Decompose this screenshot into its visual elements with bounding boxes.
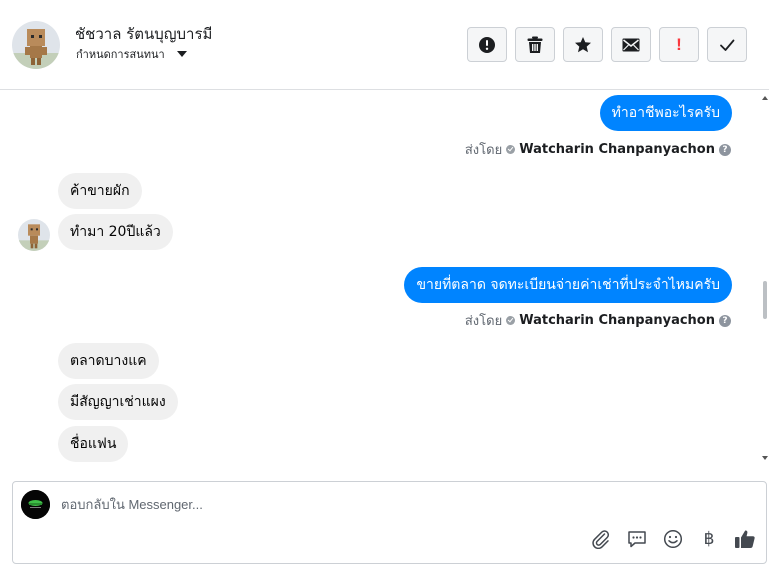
scroll-down-arrow-icon[interactable] (762, 456, 768, 460)
scroll-up-arrow-icon[interactable] (762, 96, 768, 100)
help-icon[interactable]: ? (719, 143, 731, 156)
incoming-message[interactable]: ตลาดบางแค (58, 343, 159, 379)
flag-button[interactable]: ! (659, 27, 699, 62)
conversation-header: ชัชวาล รัตนบุญบารมี กำหนดการสนทนา ! (0, 0, 769, 90)
mark-done-button[interactable] (707, 27, 747, 62)
incoming-message[interactable]: ทำมา 20ปีแล้ว (58, 214, 173, 250)
incoming-message[interactable]: มีสัญญาเช่าแผง (58, 384, 178, 420)
outgoing-message[interactable]: ทำอาชีพอะไรครับ (599, 95, 732, 131)
contact-avatar[interactable] (12, 21, 60, 69)
thread-scrollbar[interactable] (761, 91, 769, 467)
page-avatar (21, 490, 50, 519)
exclamation-mark-icon: ! (676, 34, 682, 54)
mark-unread-button[interactable] (611, 27, 651, 62)
sent-by-info: ส่งโดย Watcharin Chanpanyachon ? (465, 310, 731, 331)
sender-name[interactable]: Watcharin Chanpanyachon (519, 313, 715, 328)
reply-input[interactable] (61, 493, 661, 515)
contact-avatar-small[interactable] (18, 219, 50, 251)
sent-by-prefix: ส่งโดย (464, 314, 503, 329)
trash-icon (527, 36, 543, 53)
speech-bubble-icon (628, 531, 646, 548)
smiley-icon (663, 529, 683, 549)
report-button[interactable] (467, 27, 507, 62)
exclamation-circle-icon (479, 36, 495, 53)
delete-button[interactable] (515, 27, 555, 62)
conversation-settings-dropdown[interactable]: กำหนดการสนทนา (76, 45, 187, 63)
thumbs-up-icon (735, 530, 755, 548)
message-thread[interactable]: ทำอาชีพอะไรครับ ส่งโดย Watcharin Chanpan… (0, 91, 761, 467)
sent-by-prefix: ส่งโดย (464, 143, 503, 158)
incoming-message[interactable]: ค้าขายผัก (58, 173, 142, 209)
verified-check-icon (506, 145, 516, 154)
contact-name[interactable]: ชัชวาล รัตนบุญบารมี (75, 22, 212, 46)
baht-icon: ฿ (703, 529, 715, 549)
star-button[interactable] (563, 27, 603, 62)
star-icon (575, 36, 591, 52)
caret-down-icon (176, 51, 187, 57)
composer-actions: ฿ (590, 528, 756, 550)
emoji-button[interactable] (662, 528, 684, 550)
sender-name[interactable]: Watcharin Chanpanyachon (519, 142, 715, 157)
incoming-message[interactable]: ชื่อแฟน (58, 426, 129, 462)
conversation-settings-label: กำหนดการสนทนา (76, 48, 165, 61)
envelope-icon (622, 38, 640, 51)
saved-replies-button[interactable] (626, 528, 648, 550)
checkmark-icon (720, 39, 735, 51)
verified-check-icon (506, 316, 516, 325)
outgoing-message[interactable]: ขายที่ตลาด จดทะเบียนจ่ายค่าเช่าที่ประจำไ… (404, 267, 732, 303)
help-icon[interactable]: ? (719, 314, 731, 327)
scroll-thumb[interactable] (763, 281, 767, 319)
reply-composer: ฿ (12, 481, 767, 564)
conversation-toolbar: ! (467, 27, 747, 62)
sent-by-info: ส่งโดย Watcharin Chanpanyachon ? (465, 139, 731, 160)
payment-button[interactable]: ฿ (698, 528, 720, 550)
like-button[interactable] (734, 528, 756, 550)
paperclip-icon (592, 530, 610, 549)
attach-file-button[interactable] (590, 528, 612, 550)
